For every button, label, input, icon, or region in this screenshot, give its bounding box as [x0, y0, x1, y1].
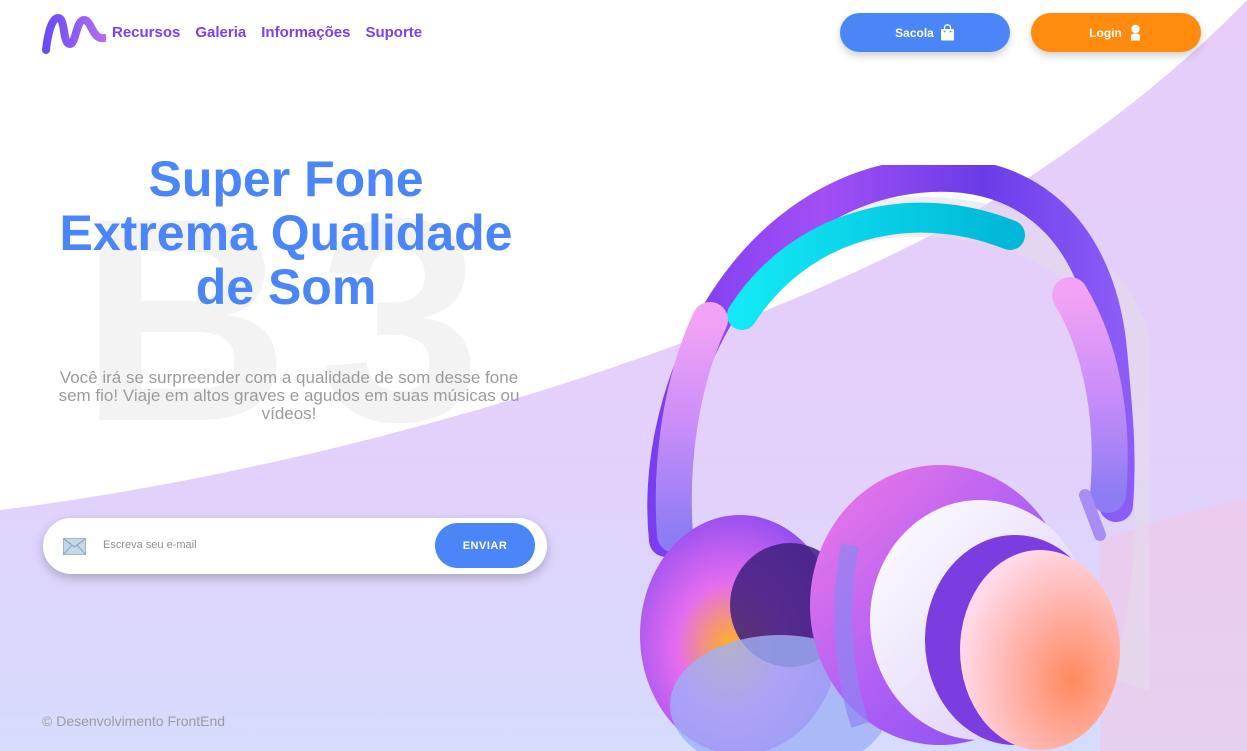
nav-link-recursos[interactable]: Recursos: [112, 24, 180, 41]
headphones-illustration: [640, 165, 1150, 751]
hero-title-line: Super Fone: [148, 151, 424, 207]
login-button-label: Login: [1089, 25, 1122, 40]
bag-button-label: Sacola: [895, 25, 934, 40]
hero-title-line: de Som: [195, 259, 377, 315]
nav-link-informacoes[interactable]: Informações: [261, 24, 350, 41]
main-nav: Recursos Galeria Informações Suporte: [112, 24, 422, 41]
hero-title: Super Fone Extrema Qualidade de Som: [36, 152, 536, 314]
hero-title-line: Extrema Qualidade: [59, 205, 513, 261]
email-input[interactable]: [103, 534, 403, 556]
send-button[interactable]: ENVIAR: [435, 523, 535, 568]
bag-button[interactable]: Sacola: [840, 13, 1010, 52]
login-button[interactable]: Login: [1031, 13, 1201, 52]
footer-copyright: © Desenvolvimento FrontEnd: [42, 713, 226, 729]
mail-icon: [63, 538, 86, 555]
newsletter-form: ENVIAR: [43, 518, 547, 574]
brand-logo[interactable]: [42, 12, 106, 54]
nav-link-suporte[interactable]: Suporte: [365, 24, 422, 41]
user-icon: [1130, 24, 1140, 41]
hero-description: Você irá se surpreender com a qualidade …: [58, 368, 520, 423]
nav-link-galeria[interactable]: Galeria: [195, 24, 246, 41]
shopping-bag-icon: [940, 24, 954, 41]
